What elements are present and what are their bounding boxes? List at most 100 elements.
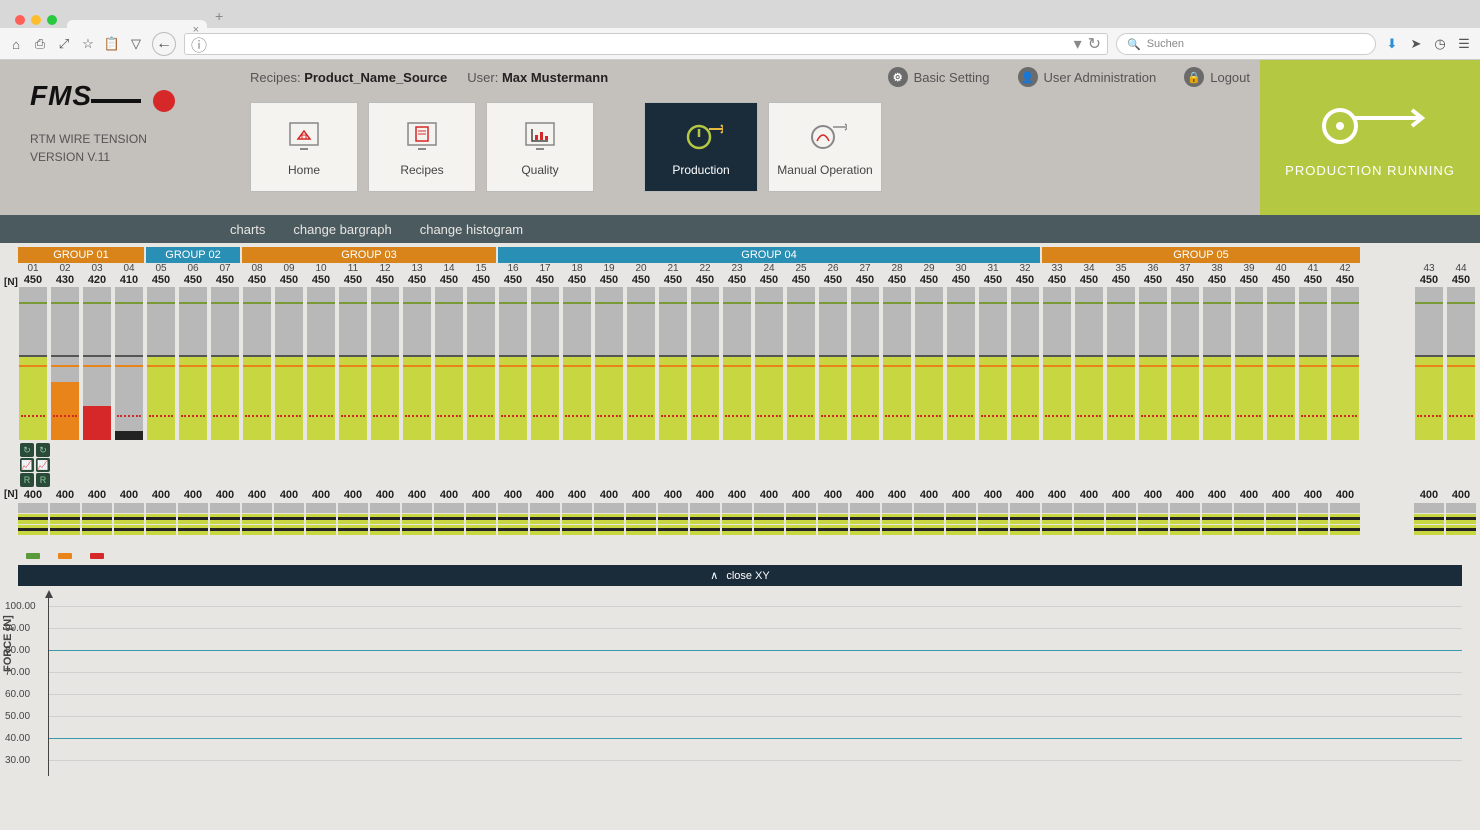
bar-column[interactable] xyxy=(594,286,624,441)
mini-icon-chart-2[interactable]: 📈 xyxy=(36,458,50,472)
bar-column[interactable] xyxy=(178,286,208,441)
send-icon[interactable]: ➤ xyxy=(1408,36,1424,52)
lower-bar-column[interactable] xyxy=(402,503,432,551)
lower-bar-column[interactable] xyxy=(1074,503,1104,551)
submenu-histogram[interactable]: change histogram xyxy=(420,222,523,237)
bar-column[interactable] xyxy=(1446,286,1476,441)
lower-bar-column[interactable] xyxy=(1010,503,1040,551)
lower-bar-column[interactable] xyxy=(146,503,176,551)
lower-bar-column[interactable] xyxy=(1170,503,1200,551)
bar-column[interactable] xyxy=(658,286,688,441)
bar-column[interactable] xyxy=(754,286,784,441)
lower-bar-column[interactable] xyxy=(562,503,592,551)
bar-column[interactable] xyxy=(306,286,336,441)
new-tab-button[interactable]: + xyxy=(207,4,231,28)
url-bar[interactable]: ⓘ ▾ ↻ xyxy=(184,33,1108,55)
lower-bar-column[interactable] xyxy=(306,503,336,551)
bar-column[interactable] xyxy=(466,286,496,441)
lower-bar-column[interactable] xyxy=(274,503,304,551)
lower-bar-column[interactable] xyxy=(882,503,912,551)
close-xy-button[interactable]: ∧ close XY xyxy=(18,565,1462,586)
download-icon[interactable]: ⬇ xyxy=(1384,36,1400,52)
bar-column[interactable] xyxy=(530,286,560,441)
logout-link[interactable]: 🔒 Logout xyxy=(1184,67,1250,87)
bar-column[interactable] xyxy=(434,286,464,441)
bar-column[interactable] xyxy=(1330,286,1360,441)
close-window-icon[interactable] xyxy=(15,15,25,25)
bar-column[interactable] xyxy=(1234,286,1264,441)
nav-recipes[interactable]: Recipes xyxy=(368,102,476,192)
lower-bar-column[interactable] xyxy=(722,503,752,551)
lower-bar-column[interactable] xyxy=(690,503,720,551)
nav-production[interactable]: Production xyxy=(644,102,758,192)
lower-bar-column[interactable] xyxy=(82,503,112,551)
lower-bar-column[interactable] xyxy=(594,503,624,551)
lower-bar-column[interactable] xyxy=(754,503,784,551)
pocket-icon[interactable]: ▽ xyxy=(128,36,144,52)
lower-bar-column[interactable] xyxy=(1202,503,1232,551)
bar-column[interactable] xyxy=(242,286,272,441)
lower-bar-column[interactable] xyxy=(242,503,272,551)
bar-column[interactable] xyxy=(1298,286,1328,441)
window-controls[interactable] xyxy=(10,8,67,28)
bar-column[interactable] xyxy=(1074,286,1104,441)
search-box[interactable]: 🔍 Suchen xyxy=(1116,33,1376,55)
bar-column[interactable] xyxy=(850,286,880,441)
bar-column[interactable] xyxy=(562,286,592,441)
clipboard-icon[interactable]: 📋 xyxy=(104,36,120,52)
lower-bar-column[interactable] xyxy=(1414,503,1444,551)
bar-column[interactable] xyxy=(50,286,80,441)
lower-bar-column[interactable] xyxy=(1298,503,1328,551)
lower-bar-column[interactable] xyxy=(1234,503,1264,551)
bar-column[interactable] xyxy=(1170,286,1200,441)
bar-column[interactable] xyxy=(1106,286,1136,441)
lower-bar-column[interactable] xyxy=(1106,503,1136,551)
lower-bar-column[interactable] xyxy=(786,503,816,551)
expand-icon[interactable]: ⤢ xyxy=(56,36,72,52)
mini-icon-chart-1[interactable]: 📈 xyxy=(20,458,34,472)
star-icon[interactable]: ☆ xyxy=(80,36,96,52)
bar-column[interactable] xyxy=(786,286,816,441)
lower-bar-column[interactable] xyxy=(210,503,240,551)
nav-home[interactable]: Home xyxy=(250,102,358,192)
lower-bar-column[interactable] xyxy=(1330,503,1360,551)
nav-quality[interactable]: Quality xyxy=(486,102,594,192)
bar-column[interactable] xyxy=(82,286,112,441)
bar-column[interactable] xyxy=(690,286,720,441)
bar-column[interactable] xyxy=(722,286,752,441)
user-admin-link[interactable]: 👤 User Administration xyxy=(1018,67,1157,87)
lower-bar-column[interactable] xyxy=(946,503,976,551)
lower-bar-column[interactable] xyxy=(498,503,528,551)
lower-bar-column[interactable] xyxy=(530,503,560,551)
bar-column[interactable] xyxy=(370,286,400,441)
lower-bar-column[interactable] xyxy=(850,503,880,551)
lower-bar-column[interactable] xyxy=(626,503,656,551)
lower-bar-column[interactable] xyxy=(1446,503,1476,551)
lower-bar-column[interactable] xyxy=(818,503,848,551)
dropdown-icon[interactable]: ▾ xyxy=(1074,34,1082,54)
bar-column[interactable] xyxy=(18,286,48,441)
lower-bar-column[interactable] xyxy=(50,503,80,551)
nav-manual[interactable]: Manual Operation xyxy=(768,102,882,192)
mini-icon-rotate-2[interactable]: ↻ xyxy=(36,443,50,457)
mini-icon-r-2[interactable]: R xyxy=(36,473,50,487)
lower-bar-column[interactable] xyxy=(1138,503,1168,551)
bar-column[interactable] xyxy=(1202,286,1232,441)
bar-column[interactable] xyxy=(1414,286,1444,441)
mini-icon-rotate-1[interactable]: ↻ xyxy=(20,443,34,457)
bar-column[interactable] xyxy=(1138,286,1168,441)
bar-column[interactable] xyxy=(210,286,240,441)
bar-column[interactable] xyxy=(978,286,1008,441)
bar-column[interactable] xyxy=(146,286,176,441)
minimize-window-icon[interactable] xyxy=(31,15,41,25)
submenu-charts[interactable]: charts xyxy=(230,222,265,237)
lower-bar-column[interactable] xyxy=(658,503,688,551)
lower-bar-column[interactable] xyxy=(178,503,208,551)
lower-bar-column[interactable] xyxy=(370,503,400,551)
basic-setting-link[interactable]: ⚙ Basic Setting xyxy=(888,67,990,87)
bar-column[interactable] xyxy=(946,286,976,441)
lower-bar-column[interactable] xyxy=(1042,503,1072,551)
bar-column[interactable] xyxy=(338,286,368,441)
bar-column[interactable] xyxy=(626,286,656,441)
lower-bar-column[interactable] xyxy=(338,503,368,551)
